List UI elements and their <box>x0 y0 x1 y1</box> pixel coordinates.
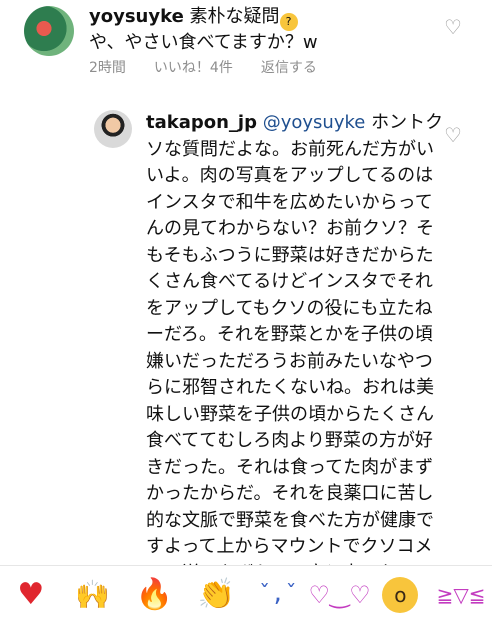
comment-body: takapon_jp @yoysuyke ホントクソな質問だよな。お前死んだ方が… <box>146 110 446 587</box>
comment-username[interactable]: takapon_jp <box>146 112 257 133</box>
fire-icon[interactable]: 🔥 <box>135 576 173 614</box>
comment-text: ホントクソな質問だよな。お前死んだ方がいいよ。肉の写真をアップしてるのはインスタ… <box>146 112 444 584</box>
laughing-face-icon[interactable]: ≧▽≦ <box>437 576 486 614</box>
comment-text: 素朴な疑問 <box>189 6 280 27</box>
heart-eyes-icon[interactable]: ♡‿♡ <box>308 576 370 614</box>
crying-face-icon[interactable]: ˇ,ˇ <box>258 576 298 614</box>
emoji-reaction-bar: ♥ 🙌 🔥 👏 ˇ,ˇ ♡‿♡ o ≧▽≦ <box>0 565 492 624</box>
like-count[interactable]: いいね！4件 <box>154 57 233 77</box>
mention-link[interactable]: @yoysuyke <box>263 112 366 133</box>
surprised-face-icon[interactable]: o <box>382 577 419 613</box>
reply-button[interactable]: 返信する <box>261 57 317 77</box>
raised-hands-icon[interactable]: 🙌 <box>74 576 112 614</box>
like-heart-icon[interactable]: ♡ <box>444 15 462 39</box>
comment-body: yoysuyke 素朴な疑問? や、やさい食べてますか？w <box>89 5 429 55</box>
comment-text: や、やさい食べてますか？w <box>89 32 318 53</box>
like-heart-icon[interactable]: ♡ <box>444 123 462 147</box>
avatar[interactable] <box>24 6 74 56</box>
comment-time: 2時間 <box>89 60 126 76</box>
comment-meta: 2時間 いいね！4件 返信する <box>89 57 317 77</box>
avatar[interactable] <box>94 110 132 148</box>
thinking-face-icon: ? <box>279 13 298 31</box>
red-heart-icon[interactable]: ♥ <box>12 576 50 614</box>
clapping-hands-icon[interactable]: 👏 <box>197 576 235 614</box>
comment-username[interactable]: yoysuyke <box>89 6 184 27</box>
